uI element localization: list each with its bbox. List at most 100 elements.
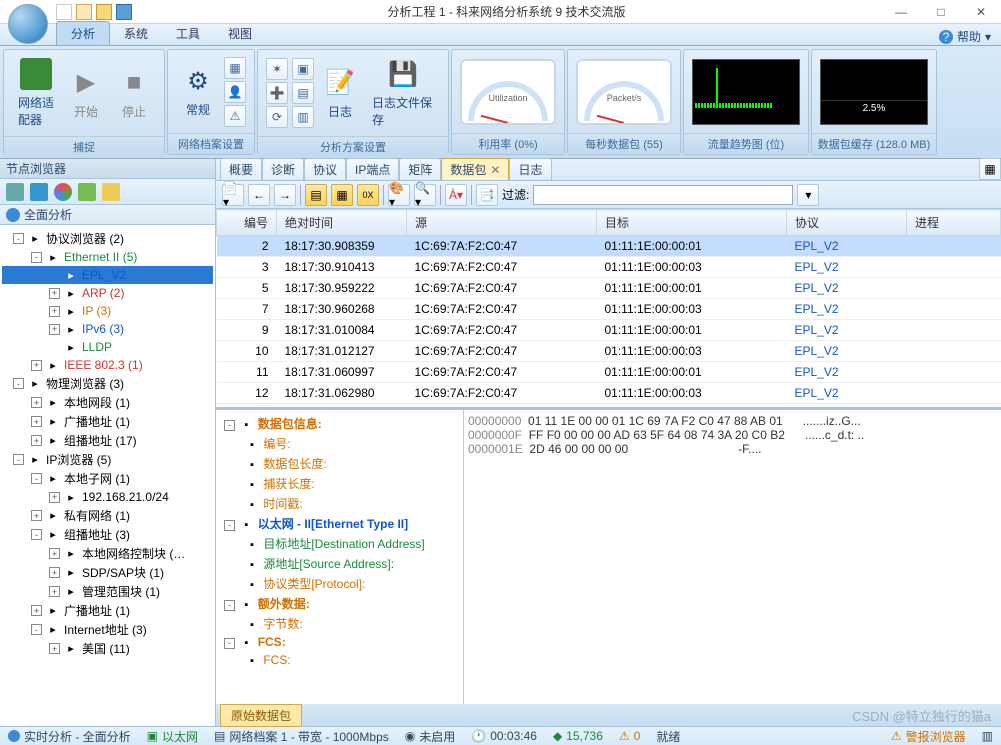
tree-node[interactable]: +▸IPv6 (3)	[2, 320, 213, 338]
tree-node[interactable]: ▸EPL_V2	[2, 266, 213, 284]
view-tab[interactable]: 日志	[509, 158, 551, 180]
scheme-btn1[interactable]: ✶	[266, 58, 288, 80]
open-icon[interactable]	[96, 4, 112, 20]
expander-icon[interactable]: -	[224, 600, 235, 611]
expander-icon[interactable]: -	[31, 473, 42, 484]
color-button[interactable]: 🎨▾	[388, 184, 410, 206]
app-logo[interactable]	[8, 4, 48, 44]
expander-icon[interactable]: -	[31, 624, 42, 635]
table-row[interactable]: 518:17:30.9592221C:69:7A:F2:C0:4701:11:1…	[217, 278, 1001, 299]
tree-node[interactable]: -▸Ethernet II (5)	[2, 248, 213, 266]
expander-icon[interactable]: -	[224, 638, 235, 649]
find-button[interactable]: 🔍▾	[414, 184, 436, 206]
column-header[interactable]: 目标	[597, 210, 787, 236]
packet-detail-tree[interactable]: - ▪ 数据包信息:▪ 编号:▪ 数据包长度:▪ 捕获长度:▪ 时间戳:- ▪ …	[216, 410, 464, 704]
tree-node[interactable]: +▸广播地址 (1)	[2, 412, 213, 431]
tree-node[interactable]: +▸IEEE 802.3 (1)	[2, 356, 213, 374]
expander-icon[interactable]: +	[49, 643, 60, 654]
raw-packet-tab[interactable]: 原始数据包	[220, 704, 302, 727]
view-tab[interactable]: 矩阵	[399, 158, 441, 180]
profile-db-button[interactable]: ▦	[224, 57, 246, 79]
full-analysis-header[interactable]: 全面分析	[0, 205, 215, 225]
expander-icon[interactable]: +	[49, 567, 60, 578]
tree-node[interactable]: +▸广播地址 (1)	[2, 601, 213, 620]
tree-node[interactable]: -▸IP浏览器 (5)	[2, 450, 213, 469]
expander-icon[interactable]: -	[13, 233, 24, 244]
column-header[interactable]: 编号	[217, 210, 277, 236]
tree-node[interactable]: +▸192.168.21.0/24	[2, 488, 213, 506]
tree-node[interactable]: +▸SDP/SAP块 (1)	[2, 563, 213, 582]
detail-node[interactable]: ▪ 字节数:	[220, 614, 459, 634]
add-node-icon[interactable]	[78, 183, 96, 201]
detail-node[interactable]: ▪ 目标地址[Destination Address]	[220, 534, 459, 554]
column-header[interactable]: 源	[407, 210, 597, 236]
expander-icon[interactable]: -	[224, 420, 235, 431]
prev-button[interactable]: ←	[248, 184, 270, 206]
buffer-graph[interactable]: 2.5%	[820, 59, 928, 125]
expander-icon[interactable]: -	[13, 378, 24, 389]
view-tab[interactable]: IP端点	[346, 158, 399, 180]
expander-icon[interactable]: +	[49, 586, 60, 597]
table-row[interactable]: 918:17:31.0100841C:69:7A:F2:C0:4701:11:1…	[217, 320, 1001, 341]
tree-node[interactable]: +▸美国 (11)	[2, 639, 213, 658]
tree-node[interactable]: ▸LLDP	[2, 338, 213, 356]
detail-node[interactable]: ▪ 编号:	[220, 434, 459, 454]
detail-node[interactable]: - ▪ 额外数据:	[220, 594, 459, 614]
stop-button[interactable]: ■停止	[112, 63, 156, 124]
view-config-button[interactable]: ▦	[979, 158, 1001, 180]
detail-node[interactable]: ▪ 时间戳:	[220, 494, 459, 514]
detail-node[interactable]: - ▪ 数据包信息:	[220, 414, 459, 434]
tree-node[interactable]: +▸IP (3)	[2, 302, 213, 320]
tree-node[interactable]: -▸组播地址 (3)	[2, 525, 213, 544]
layout2-button[interactable]: ▦	[331, 184, 353, 206]
expander-icon[interactable]: +	[31, 360, 42, 371]
table-row[interactable]: 318:17:30.9104131C:69:7A:F2:C0:4701:11:1…	[217, 257, 1001, 278]
expander-icon[interactable]: +	[49, 306, 60, 317]
stream-button[interactable]: 📑	[476, 184, 498, 206]
expander-icon[interactable]: -	[13, 454, 24, 465]
tree-node[interactable]: -▸协议浏览器 (2)	[2, 229, 213, 248]
minimize-button[interactable]: —	[881, 0, 921, 24]
column-header[interactable]: 协议	[787, 210, 907, 236]
view-tab[interactable]: 协议	[304, 158, 346, 180]
expander-icon[interactable]: +	[31, 510, 42, 521]
detail-node[interactable]: ▪ 协议类型[Protocol]:	[220, 574, 459, 594]
table-row[interactable]: 218:17:30.9083591C:69:7A:F2:C0:4701:11:1…	[217, 236, 1001, 257]
next-button[interactable]: →	[274, 184, 296, 206]
expander-icon[interactable]: +	[31, 416, 42, 427]
node-tree[interactable]: -▸协议浏览器 (2)-▸Ethernet II (5)▸EPL_V2+▸ARP…	[0, 225, 215, 726]
close-icon[interactable]: ✕	[490, 163, 500, 177]
help-button[interactable]: ? 帮助 ▾	[939, 28, 1001, 45]
maximize-button[interactable]: □	[921, 0, 961, 24]
scheme-btn5[interactable]: ▤	[292, 82, 314, 104]
tab-tools[interactable]: 工具	[162, 22, 214, 45]
expander-icon[interactable]: -	[31, 252, 42, 263]
save-log-button[interactable]: 💾日志文件保存	[366, 54, 440, 132]
expander-icon[interactable]: +	[31, 397, 42, 408]
view-tab[interactable]: 数据包✕	[441, 158, 509, 180]
pps-gauge[interactable]: Packet/s	[576, 59, 672, 125]
export-button[interactable]: 📄▾	[222, 184, 244, 206]
scheme-btn4[interactable]: ▣	[292, 58, 314, 80]
packet-table[interactable]: 编号绝对时间源目标协议进程 218:17:30.9083591C:69:7A:F…	[216, 209, 1001, 409]
tree-node[interactable]: -▸本地子网 (1)	[2, 469, 213, 488]
expander-icon[interactable]: +	[49, 288, 60, 299]
profile-warn-button[interactable]: ⚠	[224, 105, 246, 127]
detail-node[interactable]: ▪ 数据包长度:	[220, 454, 459, 474]
status-pane-button[interactable]: ▥	[982, 729, 993, 743]
tree-node[interactable]: +▸本地网络控制块 (…	[2, 544, 213, 563]
tree-node[interactable]: -▸物理浏览器 (3)	[2, 374, 213, 393]
tab-analyze[interactable]: 分析	[56, 21, 110, 45]
filter-icon[interactable]	[6, 183, 24, 201]
close-button[interactable]: ✕	[961, 0, 1001, 24]
detail-node[interactable]: ▪ FCS:	[220, 652, 459, 670]
profile-user-button[interactable]: 👤	[224, 81, 246, 103]
detail-node[interactable]: ▪ 源地址[Source Address]:	[220, 554, 459, 574]
general-button[interactable]: ⚙常规	[176, 61, 220, 122]
view-tab[interactable]: 概要	[220, 158, 262, 180]
new-icon[interactable]	[56, 4, 72, 20]
view-tab[interactable]: 诊断	[262, 158, 304, 180]
tree-node[interactable]: +▸ARP (2)	[2, 284, 213, 302]
table-row[interactable]: 1018:17:31.0121271C:69:7A:F2:C0:4701:11:…	[217, 341, 1001, 362]
filter-input[interactable]	[533, 185, 793, 205]
